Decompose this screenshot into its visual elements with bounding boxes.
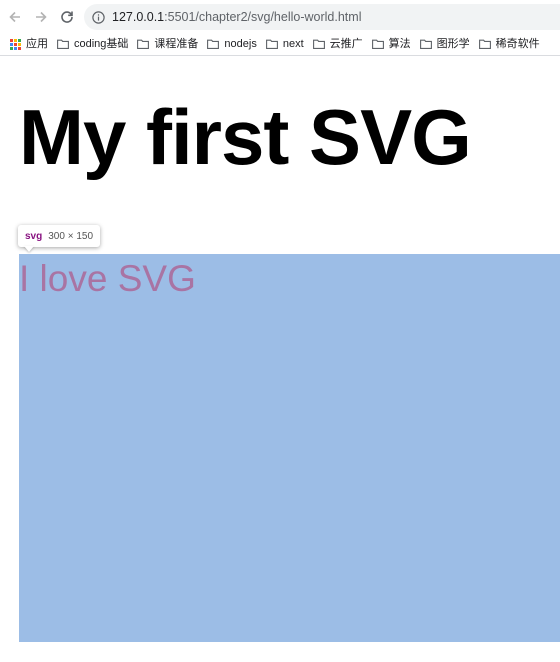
forward-button[interactable]	[30, 6, 52, 28]
bookmark-label: 云推广	[329, 38, 363, 50]
bookmark-item[interactable]: 应用	[10, 38, 48, 50]
folder-icon	[478, 39, 491, 49]
folder-icon	[419, 39, 432, 49]
bookmark-label: 图形学	[436, 38, 470, 50]
url-text: 127.0.0.1:5501/chapter2/svg/hello-world.…	[112, 10, 361, 24]
bookmark-item[interactable]: coding基础	[57, 38, 128, 50]
bookmark-item[interactable]: 算法	[371, 38, 411, 50]
folder-icon	[371, 39, 384, 49]
bookmark-item[interactable]: 云推广	[312, 38, 363, 50]
arrow-left-icon	[9, 11, 20, 22]
bookmark-label: 课程准备	[154, 38, 199, 50]
folder-icon	[137, 39, 150, 49]
page-heading: My first SVG	[19, 93, 472, 181]
bookmark-label: coding基础	[74, 38, 129, 50]
url-path: :5501/chapter2/svg/hello-world.html	[164, 10, 362, 24]
bookmark-label: nodejs	[224, 38, 257, 50]
tooltip-tag: svg	[25, 230, 43, 242]
bookmark-item[interactable]: 课程准备	[137, 38, 198, 50]
bookmark-item[interactable]: nodejs	[207, 38, 257, 50]
info-icon[interactable]	[92, 10, 105, 24]
arrow-right-icon	[36, 11, 47, 22]
bookmark-label: 算法	[388, 38, 411, 50]
page-content: My first SVG svg 300 × 150 I love SVG	[0, 56, 560, 662]
bookmark-label: next	[282, 38, 304, 50]
apps-grid-icon	[10, 38, 21, 50]
bookmark-item[interactable]: 图形学	[419, 38, 470, 50]
svg-text: I love SVG	[19, 258, 196, 299]
bookmark-item[interactable]: next	[265, 38, 304, 50]
reload-button[interactable]	[56, 6, 78, 28]
back-button[interactable]	[4, 6, 26, 28]
folder-icon	[57, 39, 69, 49]
bookmark-label: 应用	[26, 38, 48, 50]
folder-icon	[265, 39, 278, 49]
reload-icon	[61, 10, 73, 23]
browser-toolbar: 127.0.0.1:5501/chapter2/svg/hello-world.…	[0, 0, 560, 33]
svg-element: I love SVG	[19, 254, 560, 642]
devtools-element-tooltip: svg 300 × 150	[18, 225, 100, 247]
url-host: 127.0.0.1	[112, 10, 165, 24]
tooltip-arrow	[24, 246, 34, 252]
folder-icon	[312, 39, 325, 49]
bookmark-label: 稀奇软件	[495, 38, 540, 50]
address-bar[interactable]: 127.0.0.1:5501/chapter2/svg/hello-world.…	[84, 4, 560, 30]
tooltip-dimensions: 300 × 150	[48, 230, 93, 242]
folder-icon	[207, 39, 220, 49]
bookmark-item[interactable]: 稀奇软件	[478, 38, 540, 50]
bookmarks-bar: 应用 coding基础 课程准备 nodejs next 云推广 算法 图形学 稀奇软件	[0, 33, 560, 56]
